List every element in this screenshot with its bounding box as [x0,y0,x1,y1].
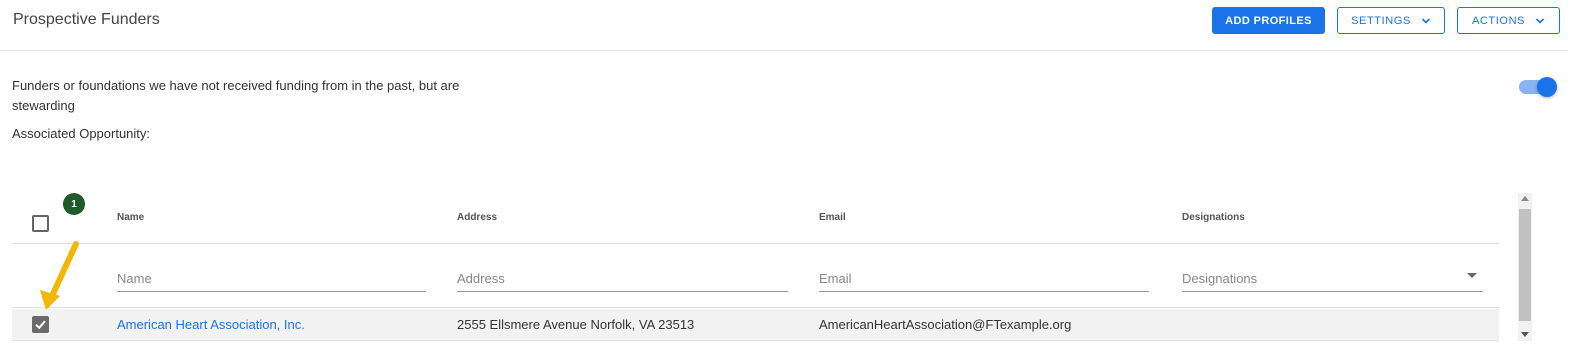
settings-button[interactable]: SETTINGS [1337,7,1445,34]
settings-label: SETTINGS [1351,14,1411,27]
email-filter-input[interactable] [819,271,1149,286]
add-profiles-label: ADD PROFILES [1225,14,1312,27]
email-filter [819,266,1149,292]
selection-count-badge: 1 [63,193,85,215]
actions-button[interactable]: ACTIONS [1457,7,1560,34]
checkmark-icon [35,320,46,330]
associated-opportunity-label: Associated Opportunity: [12,126,151,141]
annotation-arrow-icon [40,241,79,310]
funder-name-link[interactable]: American Heart Association, Inc. [117,317,305,332]
column-header-name[interactable]: Name [117,212,144,223]
row-checkbox[interactable] [32,316,49,333]
funder-email: AmericanHeartAssociation@FTexample.org [819,317,1072,332]
dropdown-arrow-icon [1467,273,1477,278]
table-row[interactable]: American Heart Association, Inc. 2555 El… [12,309,1499,341]
funder-address: 2555 Ellsmere Avenue Norfolk, VA 23513 [457,317,695,332]
chevron-down-icon [1535,17,1545,24]
add-profiles-button[interactable]: ADD PROFILES [1212,7,1325,34]
toggle-knob [1537,77,1557,97]
designations-filter[interactable]: Designations [1182,266,1483,292]
scroll-up-arrow-icon[interactable] [1521,196,1529,201]
chevron-down-icon [1421,17,1430,24]
grid-scrollbar[interactable] [1518,193,1532,341]
page-header: Prospective Funders ADD PROFILES SETTING… [0,0,1568,51]
column-header-designations[interactable]: Designations [1182,212,1245,223]
address-filter [457,266,788,292]
funders-grid: Name Address Email Designations Designat… [12,193,1499,341]
select-all-checkbox[interactable] [32,215,49,232]
scroll-thumb[interactable] [1519,209,1531,321]
scroll-down-arrow-icon[interactable] [1521,332,1529,337]
address-filter-input[interactable] [457,271,788,286]
name-filter [117,266,426,292]
actions-label: ACTIONS [1471,14,1526,27]
grid-filter-row: Designations [12,244,1499,308]
active-toggle[interactable] [1519,77,1559,97]
column-header-address[interactable]: Address [457,212,497,223]
grid-header-row: Name Address Email Designations [12,193,1499,244]
column-header-email[interactable]: Email [819,212,846,223]
description-text: Funders or foundations we have not recei… [12,78,460,113]
name-filter-input[interactable] [117,271,426,286]
page-title: Prospective Funders [13,11,160,28]
designations-filter-placeholder: Designations [1182,271,1258,286]
